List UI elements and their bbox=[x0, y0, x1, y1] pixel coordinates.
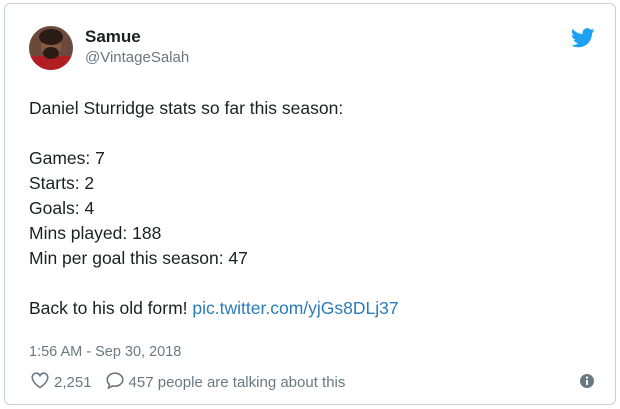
stat-goals: Goals: 4 bbox=[29, 198, 95, 218]
tweet-card: Samue @VintageSalah Daniel Sturridge sta… bbox=[4, 3, 616, 405]
closing-text: Back to his old form! bbox=[29, 298, 188, 318]
author-handle[interactable]: @VintageSalah bbox=[85, 49, 189, 66]
avatar[interactable] bbox=[29, 26, 73, 70]
line-break bbox=[29, 121, 399, 146]
twitter-bird-icon[interactable] bbox=[571, 28, 595, 48]
stat-starts: Starts: 2 bbox=[29, 173, 95, 193]
tweet-closing: Back to his old form! pic.twitter.com/yj… bbox=[29, 296, 399, 321]
stat-games: Games: 7 bbox=[29, 148, 105, 168]
line-break bbox=[29, 271, 399, 296]
author-name[interactable]: Samue bbox=[85, 27, 141, 47]
stat-min-per-goal: Min per goal this season: 47 bbox=[29, 248, 248, 268]
likes-count[interactable]: 2,251 bbox=[54, 374, 92, 391]
media-link[interactable]: pic.twitter.com/yjGs8DLj37 bbox=[192, 298, 398, 318]
stat-mins-played: Mins played: 188 bbox=[29, 223, 162, 243]
tweet-text: Daniel Sturridge stats so far this seaso… bbox=[29, 96, 399, 321]
tweet-actions: 2,251 457 people are talking about this bbox=[31, 372, 345, 393]
avatar-image bbox=[29, 26, 73, 70]
reply-bubble-icon[interactable] bbox=[105, 372, 124, 393]
talking-text[interactable]: 457 people are talking about this bbox=[129, 374, 346, 391]
heart-icon[interactable] bbox=[31, 372, 49, 393]
info-icon[interactable] bbox=[579, 373, 595, 389]
tweet-timestamp[interactable]: 1:56 AM - Sep 30, 2018 bbox=[29, 344, 181, 360]
tweet-intro: Daniel Sturridge stats so far this seaso… bbox=[29, 98, 344, 118]
